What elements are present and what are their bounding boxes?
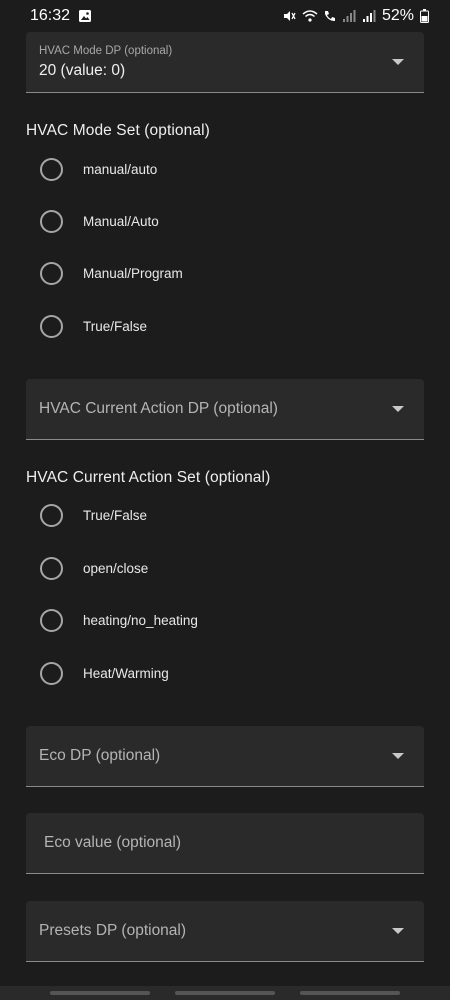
signal-icon — [342, 9, 356, 23]
nav-recents-handle[interactable] — [50, 991, 150, 995]
radio-button-icon[interactable] — [40, 503, 63, 527]
presets-dp-select[interactable]: Presets DP (optional) — [26, 901, 424, 962]
radio-button-icon[interactable] — [40, 556, 63, 580]
wifi-icon — [302, 9, 318, 23]
radio-option-hvac-mode-3[interactable]: True/False — [40, 313, 147, 339]
hvac-current-action-set-title: HVAC Current Action Set (optional) — [26, 469, 271, 486]
eco-value-input[interactable]: Eco value (optional) — [26, 813, 424, 874]
hvac-mode-dp-value: 20 (value: 0) — [39, 62, 126, 79]
radio-button-icon[interactable] — [40, 157, 63, 181]
radio-option-label: True/False — [83, 318, 148, 334]
radio-button-icon[interactable] — [40, 608, 63, 632]
hvac-mode-dp-label: HVAC Mode DP (optional) — [39, 45, 173, 57]
radio-option-label: Manual/Program — [83, 265, 183, 281]
battery-percent: 52% — [381, 7, 414, 24]
nav-home-handle[interactable] — [175, 991, 275, 995]
radio-option-label: True/False — [83, 507, 148, 523]
radio-option-label: heating/no_heating — [83, 612, 198, 628]
radio-option-hvac-mode-1[interactable]: Manual/Auto — [40, 208, 159, 234]
nav-back-handle[interactable] — [300, 991, 400, 995]
radio-button-icon[interactable] — [40, 661, 63, 685]
mute-icon — [282, 9, 296, 23]
wifi-call-icon — [322, 9, 336, 23]
dropdown-arrow-icon — [392, 928, 404, 934]
radio-option-label: manual/auto — [83, 161, 158, 177]
hvac-mode-set-title: HVAC Mode Set (optional) — [26, 122, 210, 139]
radio-option-hvac-action-0[interactable]: True/False — [40, 502, 147, 528]
navigation-bar — [0, 986, 450, 1000]
dropdown-arrow-icon — [392, 753, 404, 759]
radio-option-label: Heat/Warming — [83, 665, 169, 681]
radio-option-label: Manual/Auto — [83, 213, 159, 229]
radio-option-label: open/close — [83, 560, 149, 576]
status-bar: 16:32 52% — [0, 0, 450, 32]
hvac-current-action-dp-select[interactable]: HVAC Current Action DP (optional) — [26, 379, 424, 440]
eco-value-placeholder: Eco value (optional) — [44, 834, 181, 851]
hvac-mode-dp-select[interactable]: HVAC Mode DP (optional) 20 (value: 0) — [26, 32, 424, 93]
radio-button-icon[interactable] — [40, 314, 63, 338]
radio-button-icon[interactable] — [40, 209, 63, 233]
status-time: 16:32 — [30, 7, 71, 24]
dropdown-arrow-icon — [392, 406, 404, 412]
radio-option-hvac-mode-0[interactable]: manual/auto — [40, 156, 157, 182]
image-icon — [78, 9, 92, 23]
dropdown-arrow-icon — [392, 59, 404, 65]
hvac-current-action-dp-placeholder: HVAC Current Action DP (optional) — [39, 400, 278, 417]
radio-option-hvac-action-2[interactable]: heating/no_heating — [40, 607, 198, 633]
eco-dp-select[interactable]: Eco DP (optional) — [26, 726, 424, 787]
signal-icon — [362, 9, 376, 23]
radio-option-hvac-action-1[interactable]: open/close — [40, 555, 148, 581]
radio-button-icon[interactable] — [40, 261, 63, 285]
radio-option-hvac-mode-2[interactable]: Manual/Program — [40, 260, 183, 286]
battery-icon — [420, 9, 434, 23]
presets-dp-placeholder: Presets DP (optional) — [39, 922, 187, 939]
eco-dp-placeholder: Eco DP (optional) — [39, 747, 161, 764]
radio-option-hvac-action-3[interactable]: Heat/Warming — [40, 660, 169, 686]
